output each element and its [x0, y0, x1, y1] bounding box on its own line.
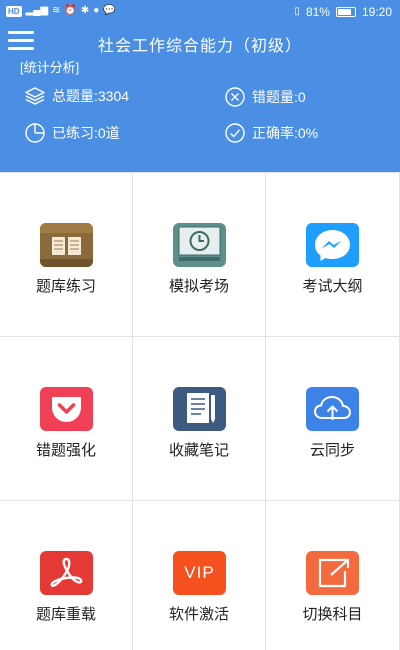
stat-total: 总题量:3304	[24, 86, 129, 106]
wifi-icon: ≋	[52, 5, 61, 16]
grid-item-switch-subject[interactable]: 切换科目	[266, 501, 400, 650]
page-title: 社会工作综合能力（初级）	[97, 38, 302, 55]
grid-item-label: 切换科目	[302, 606, 363, 623]
grid-item-question-bank[interactable]: 题库练习	[0, 173, 133, 337]
book-icon	[40, 223, 93, 267]
status-time: 19:20	[361, 5, 392, 19]
acrobat-icon	[40, 551, 93, 595]
feature-grid: 题库练习 模拟考场 考试大纲 错题强化 收藏笔记 云同步 题库重载 VIP 软件…	[0, 172, 400, 650]
battery-fill	[337, 9, 351, 15]
layers-icon	[25, 87, 45, 105]
messenger-icon	[306, 223, 359, 267]
vip-icon: VIP	[173, 551, 226, 595]
grid-item-label: 云同步	[309, 442, 355, 459]
battery-percent: 81%	[305, 5, 330, 19]
alarm-icon: ⏰	[64, 5, 77, 16]
app-notification-icon: ●	[93, 5, 100, 16]
status-left: HD ▂▄▆ ≋ ⏰ ✱ ● 💬	[6, 5, 116, 17]
switch-icon	[306, 551, 359, 595]
grid-item-cloud-sync[interactable]: 云同步	[266, 337, 400, 501]
grid-item-wrong-questions[interactable]: 错题强化	[0, 337, 133, 501]
hd-badge: HD	[6, 5, 22, 17]
cloud-upload-icon	[306, 387, 359, 431]
pocket-icon	[40, 387, 93, 431]
stat-accuracy-text: 正确率:0%	[252, 125, 319, 141]
close-circle-icon	[225, 87, 245, 107]
stat-practiced-text: 已练习:0道	[52, 125, 120, 141]
notes-icon	[173, 387, 226, 431]
status-bar: HD ▂▄▆ ≋ ⏰ ✱ ● 💬 ▯ 81% 19:20	[0, 0, 400, 24]
vibrate-icon: ▯	[294, 6, 300, 17]
grid-item-reload-bank[interactable]: 题库重载	[0, 501, 133, 650]
stat-practiced: 已练习:0道	[24, 122, 120, 144]
grid-item-syllabus[interactable]: 考试大纲	[266, 173, 400, 337]
battery-icon	[335, 7, 356, 17]
clock-board-icon	[173, 223, 226, 267]
grid-item-label: 考试大纲	[302, 278, 363, 295]
grid-item-label: 模拟考场	[168, 278, 229, 295]
grid-item-label: 题库练习	[35, 278, 96, 295]
bluetooth-icon: ✱	[80, 5, 90, 16]
grid-item-label: 题库重载	[35, 606, 96, 623]
grid-item-favorites-notes[interactable]: 收藏笔记	[133, 337, 266, 501]
grid-item-label: 软件激活	[168, 606, 229, 623]
stat-accuracy: 正确率:0%	[224, 122, 318, 144]
stat-total-text: 总题量:3304	[52, 88, 130, 104]
status-right: ▯ 81% 19:20	[294, 5, 392, 19]
signal-icon: ▂▄▆	[25, 5, 49, 16]
grid-item-label: 错题强化	[35, 442, 96, 459]
check-circle-icon	[225, 123, 245, 143]
header: 社会工作综合能力（初级） [统计分析] 总题量:3304 错题量:0 已练习:0…	[0, 24, 400, 172]
grid-item-activate-software[interactable]: VIP 软件激活	[133, 501, 266, 650]
stat-wrong-text: 错题量:0	[252, 89, 306, 105]
vip-text: VIP	[184, 563, 215, 582]
pie-chart-icon	[25, 123, 45, 143]
statistics-section-label: [统计分析]	[20, 60, 80, 75]
message-icon: 💬	[103, 5, 116, 16]
stat-wrong: 错题量:0	[224, 86, 306, 108]
grid-item-label: 收藏笔记	[168, 442, 229, 459]
grid-item-mock-exam[interactable]: 模拟考场	[133, 173, 266, 337]
